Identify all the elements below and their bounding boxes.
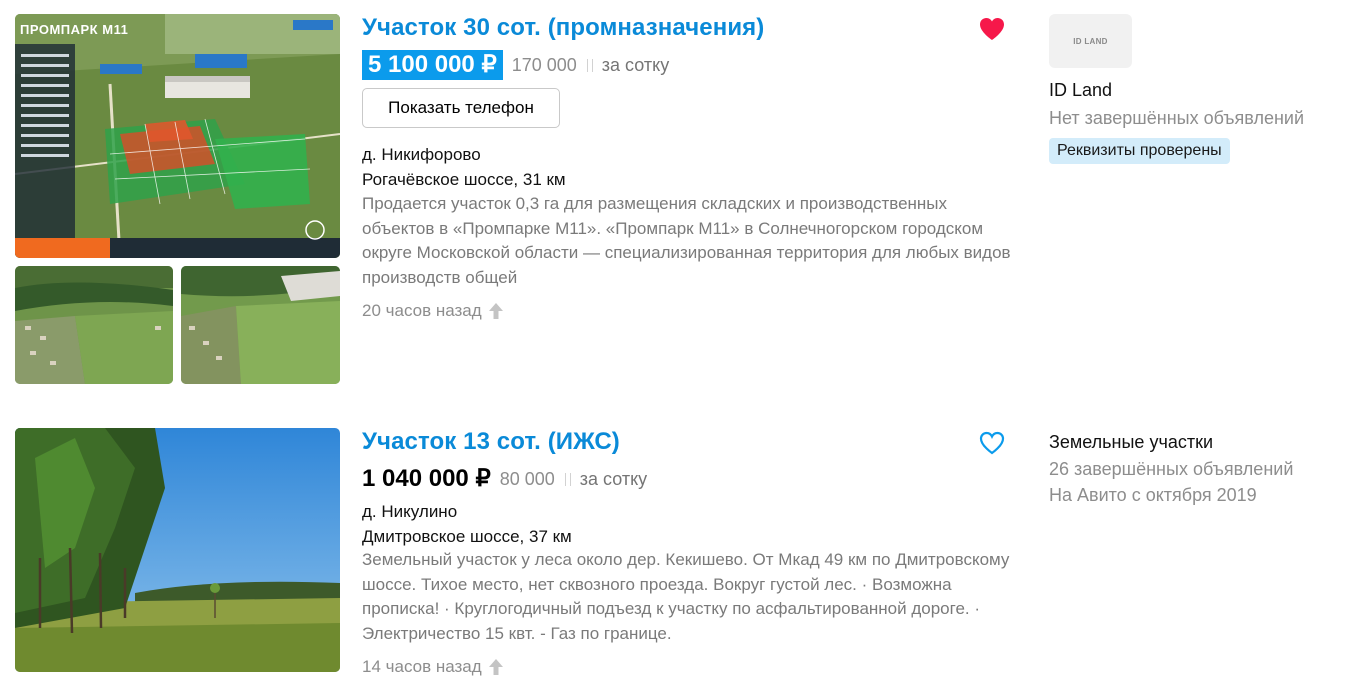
highway-distance: Рогачёвское шоссе, 31 км xyxy=(362,170,566,189)
listing-description: Земельный участок у леса около дер. Кеки… xyxy=(362,550,1010,643)
seller-since: На Авито с октября 2019 xyxy=(1049,485,1257,505)
listing-thumbnail[interactable] xyxy=(181,266,340,384)
listing-main-photo[interactable] xyxy=(15,428,340,672)
seller-logo-text: ID LAND xyxy=(1073,36,1108,46)
show-phone-button[interactable]: Показать телефон xyxy=(362,88,560,128)
seller-stats: Нет завершённых объявлений xyxy=(1049,108,1305,128)
verified-badge: Реквизиты проверены xyxy=(1049,138,1230,164)
listing-card: ПРОМПАРК М11 Участок 30 сот. (промназнач… xyxy=(0,0,1361,400)
listing-main-photo[interactable]: ПРОМПАРК М11 xyxy=(15,14,340,258)
listing-description: Продается участок 0,3 га для размещения … xyxy=(362,194,1011,287)
time-text: 14 часов назад xyxy=(362,657,482,676)
seller-logo[interactable]: ID LAND xyxy=(1049,14,1132,68)
price-per-unit: 80 000 xyxy=(499,468,555,489)
listing-title[interactable]: Участок 30 сот. (промназначения) xyxy=(362,14,764,42)
separator xyxy=(585,58,595,72)
listing-card: Участок 13 сот. (ИЖС) 1 040 000 ₽ 80 000… xyxy=(0,414,1361,687)
favorite-button[interactable] xyxy=(978,16,1006,42)
highway-distance: Дмитровское шоссе, 37 км xyxy=(362,527,572,546)
price-row: 5 100 000 ₽ 170 000 за сотку xyxy=(362,50,669,80)
seller-name[interactable]: ID Land xyxy=(1049,80,1112,101)
seller-stats: 26 завершённых объявлений xyxy=(1049,459,1294,479)
listing-thumbnail[interactable] xyxy=(15,266,173,384)
listing-time: 20 часов назад xyxy=(362,301,504,321)
location: д. Никулино xyxy=(362,502,458,521)
listing-time: 14 часов назад xyxy=(362,657,504,677)
per-unit-label: за сотку xyxy=(601,54,670,75)
price: 1 040 000 ₽ xyxy=(362,465,491,492)
heart-outline-icon xyxy=(979,431,1005,455)
per-unit-label: за сотку xyxy=(579,468,648,489)
seller-name[interactable]: Земельные участки xyxy=(1049,432,1213,453)
raise-arrow-icon xyxy=(488,303,503,319)
price-per-unit: 170 000 xyxy=(511,54,577,75)
time-text: 20 часов назад xyxy=(362,301,482,320)
photo-banner: ПРОМПАРК М11 xyxy=(20,22,129,37)
raise-arrow-icon xyxy=(488,659,503,675)
separator xyxy=(563,472,573,486)
listing-title[interactable]: Участок 13 сот. (ИЖС) xyxy=(362,428,620,456)
price-row: 1 040 000 ₽ 80 000 за сотку xyxy=(362,464,647,494)
price: 5 100 000 ₽ xyxy=(362,50,503,80)
location: д. Никифорово xyxy=(362,145,481,164)
heart-filled-icon xyxy=(980,18,1004,40)
favorite-button[interactable] xyxy=(978,430,1006,456)
